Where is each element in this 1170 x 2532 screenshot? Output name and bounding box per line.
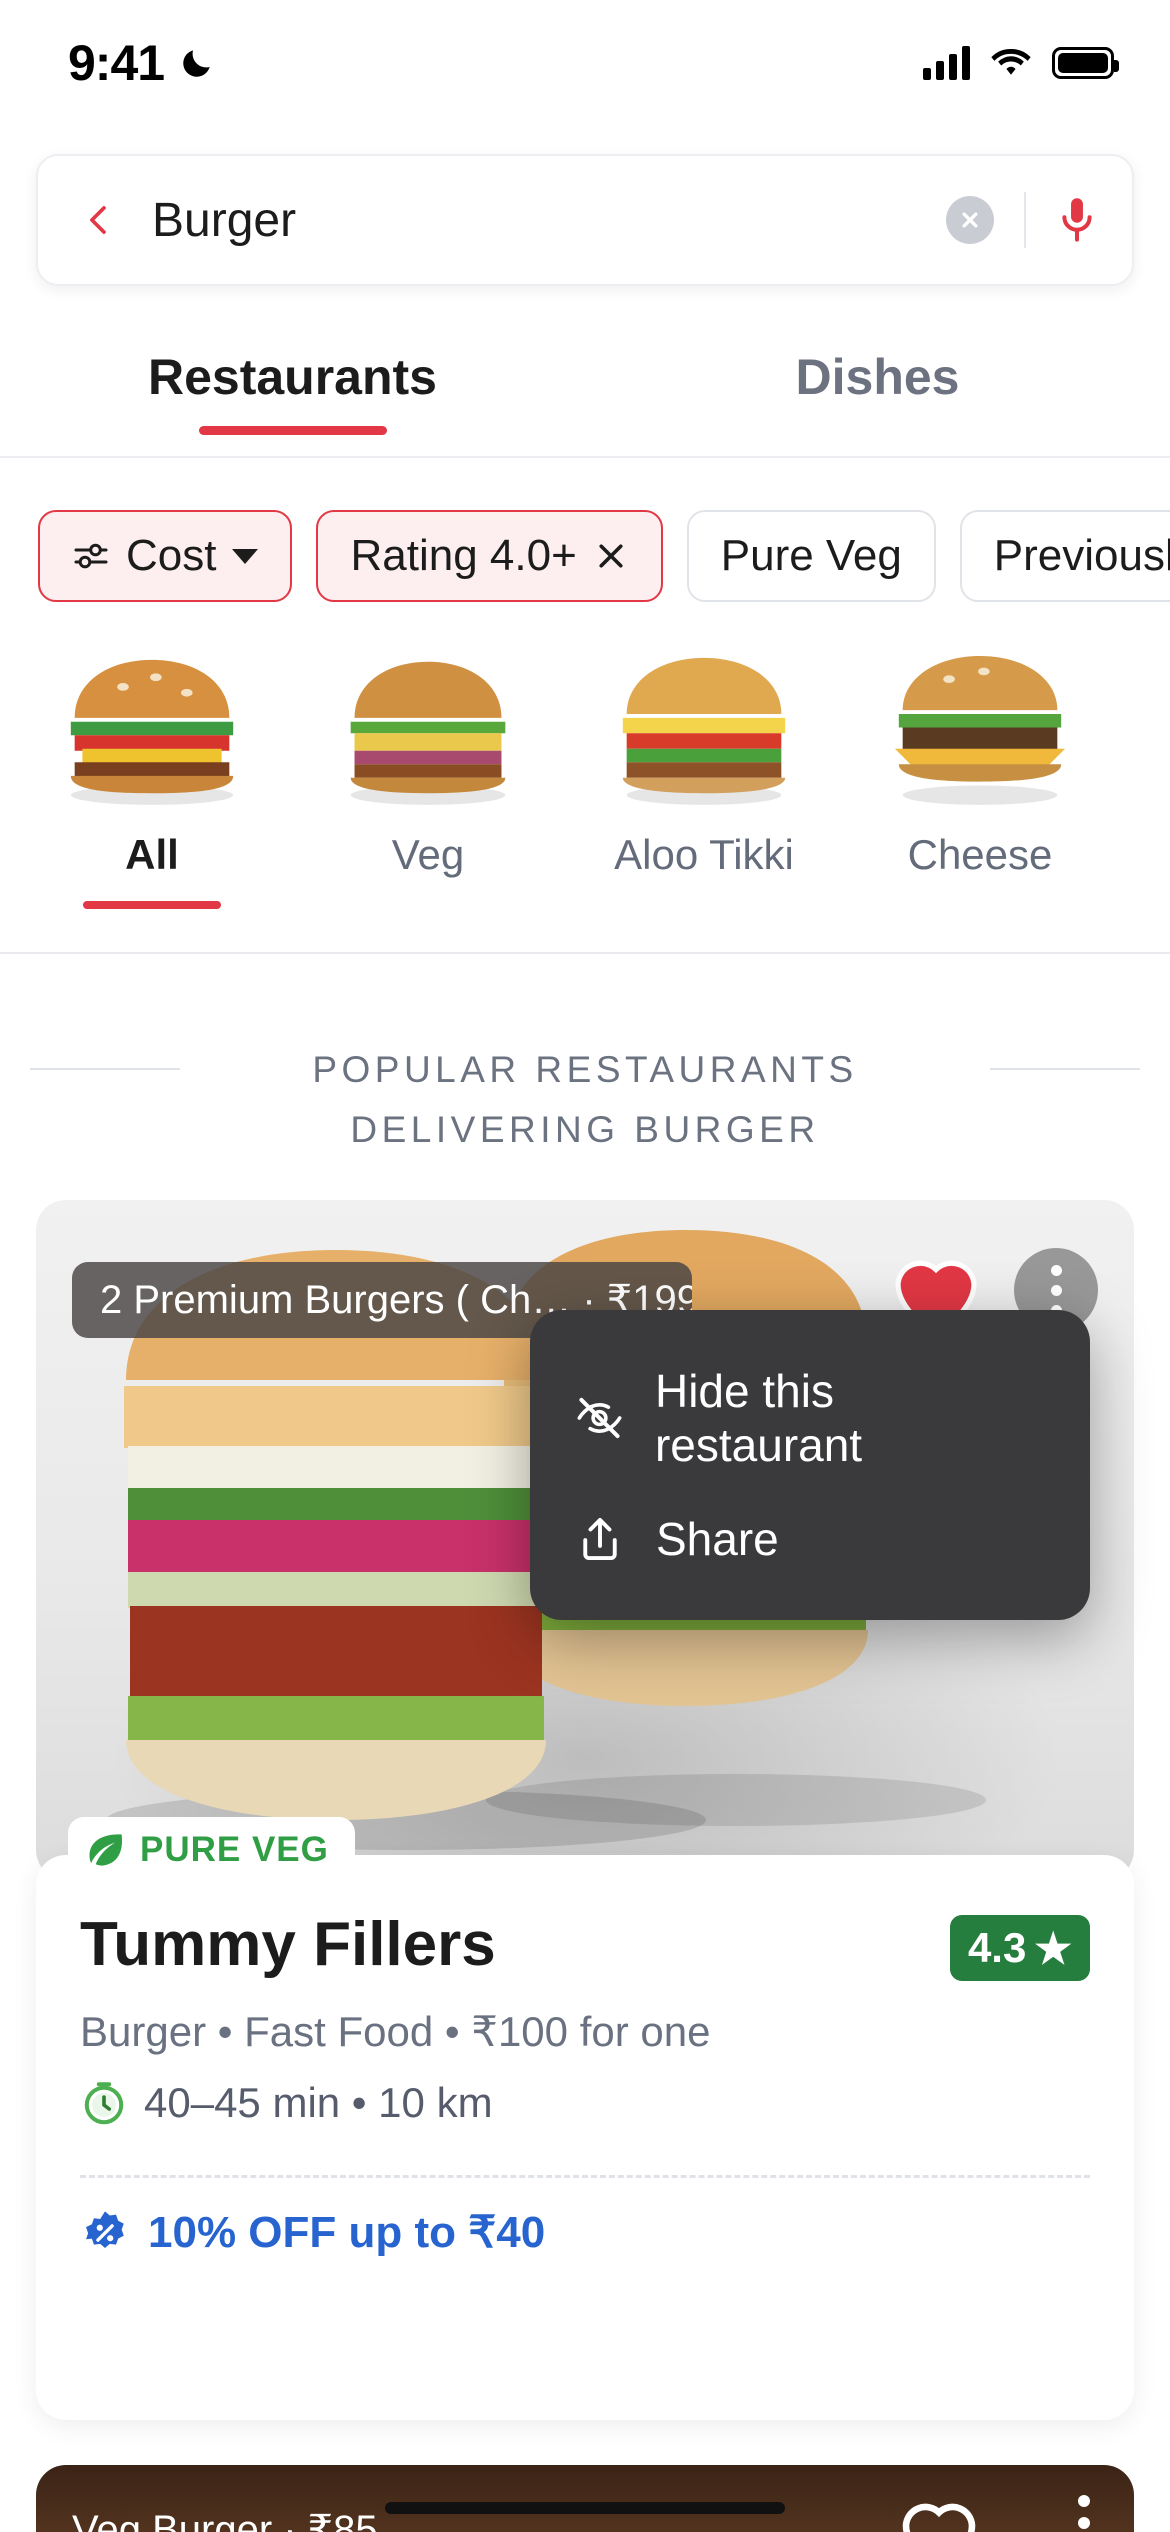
crescent-moon-icon bbox=[183, 50, 210, 77]
filter-chip-previously-ordered-label: Previously Or bbox=[993, 531, 1170, 580]
offer-badge-icon bbox=[86, 2210, 124, 2248]
category-item-veg-label: Veg bbox=[391, 831, 465, 878]
filter-chip-rating-label: Rating 4.0+ bbox=[350, 531, 577, 580]
tab-dishes[interactable]: Dishes bbox=[585, 340, 1170, 458]
section-header-line2: DELIVERING BURGER bbox=[350, 1109, 820, 1150]
tab-restaurants-label: Restaurants bbox=[148, 349, 437, 405]
section-rule-right bbox=[990, 1068, 1140, 1070]
search-tabs: Restaurants Dishes bbox=[0, 340, 1170, 458]
burger-paneer-image bbox=[1140, 640, 1170, 815]
carousel-separator bbox=[0, 952, 1170, 954]
status-bar-left: 9:41 bbox=[68, 34, 216, 92]
favorite-button-2[interactable] bbox=[894, 2491, 984, 2532]
category-active-underline bbox=[83, 901, 221, 909]
burger-cheese-image bbox=[894, 655, 1066, 805]
tab-inactive-underline bbox=[784, 426, 972, 435]
wifi-icon bbox=[991, 49, 1031, 75]
restaurant-delivery-row: 40–45 min • 10 km bbox=[80, 2079, 493, 2127]
context-menu[interactable]: Hide this restaurant Share bbox=[530, 1310, 1090, 1620]
context-menu-item-hide[interactable]: Hide this restaurant bbox=[530, 1344, 1090, 1492]
filter-chip-cost[interactable]: Cost bbox=[38, 510, 293, 602]
category-item-all[interactable]: All bbox=[14, 640, 290, 950]
home-indicator bbox=[385, 2502, 785, 2514]
category-item-aloo-tikki-label: Aloo Tikki bbox=[614, 831, 794, 878]
leaf-icon bbox=[89, 1834, 123, 1866]
filter-chip-rating[interactable]: Rating 4.0+ bbox=[316, 510, 663, 602]
burger-aloo-tikki-image bbox=[622, 657, 786, 805]
back-chevron-icon[interactable] bbox=[82, 203, 116, 237]
tab-active-underline bbox=[198, 426, 387, 435]
pure-veg-badge: PURE VEG bbox=[68, 1817, 355, 1883]
offer-badge-2: Veg Burger · ₹85 bbox=[72, 2508, 378, 2532]
chevron-down-icon bbox=[232, 548, 259, 564]
rating-value: 4.3 bbox=[967, 1924, 1027, 1971]
category-item-cheese[interactable]: Cheese bbox=[842, 640, 1118, 950]
share-up-icon bbox=[583, 1517, 617, 1561]
burger-all-image bbox=[70, 659, 234, 805]
context-menu-item-share-label: Share bbox=[656, 1513, 779, 1565]
filter-chip-row[interactable]: Cost Rating 4.0+ Pure Veg Previously Or bbox=[0, 500, 1170, 612]
restaurant-offer-text: 10% OFF up to ₹40 bbox=[148, 2208, 546, 2257]
restaurant-name: Tummy Fillers bbox=[80, 1910, 496, 1979]
restaurant-card-info[interactable]: PURE VEG Tummy Fillers 4.3 ★ Burger • Fa… bbox=[36, 1817, 1134, 2420]
context-menu-item-share[interactable]: Share bbox=[530, 1492, 1090, 1586]
category-underline bbox=[359, 901, 497, 909]
filter-chip-pure-veg[interactable]: Pure Veg bbox=[686, 510, 936, 602]
app-screen: 9:41 Burger Restaurants Dishes Cost Rati… bbox=[0, 0, 1170, 2532]
tab-dishes-label: Dishes bbox=[795, 349, 960, 405]
burger-veg-image bbox=[350, 661, 506, 805]
star-icon: ★ bbox=[1034, 1924, 1072, 1972]
tabs-separator bbox=[0, 456, 1170, 458]
eye-slash-icon bbox=[577, 1397, 622, 1439]
battery-full-icon bbox=[1052, 47, 1119, 79]
category-item-veg[interactable]: Veg bbox=[290, 640, 566, 950]
heart-outline-icon bbox=[902, 2503, 976, 2532]
info-divider bbox=[80, 2175, 1090, 2178]
restaurant-card-2[interactable]: Veg Burger · ₹85 bbox=[36, 2465, 1134, 2532]
pure-veg-label: PURE VEG bbox=[140, 1830, 329, 1869]
search-input[interactable] bbox=[152, 192, 946, 248]
kebab-menu-icon-2[interactable] bbox=[1078, 2495, 1090, 2532]
status-time: 9:41 bbox=[68, 35, 165, 91]
context-menu-item-hide-label: Hide this restaurant bbox=[654, 1365, 863, 1471]
restaurant-cuisines: Burger • Fast Food • ₹100 for one bbox=[80, 2008, 711, 2055]
section-header: POPULAR RESTAURANTS DELIVERING BURGER bbox=[0, 1040, 1170, 1160]
filter-chip-previously-ordered[interactable]: Previously Or bbox=[959, 510, 1170, 602]
close-icon[interactable] bbox=[593, 538, 629, 574]
search-bar-wrapper bbox=[36, 154, 1134, 286]
filter-chip-pure-veg-label: Pure Veg bbox=[720, 531, 902, 580]
tab-restaurants[interactable]: Restaurants bbox=[0, 340, 585, 458]
burger-category-carousel[interactable]: All Veg Aloo Tikki Cheese bbox=[0, 640, 1170, 950]
timer-icon bbox=[84, 2082, 124, 2125]
status-bar-right bbox=[923, 46, 1119, 80]
status-bar: 9:41 bbox=[0, 0, 1170, 100]
search-divider bbox=[1024, 192, 1026, 248]
category-item-cheese-label: Cheese bbox=[907, 831, 1053, 878]
restaurant-offer-row: 10% OFF up to ₹40 bbox=[80, 2207, 545, 2258]
filter-chip-cost-label: Cost bbox=[126, 531, 217, 580]
search-bar[interactable] bbox=[36, 154, 1134, 286]
cellular-signal-icon bbox=[923, 46, 970, 80]
category-underline bbox=[911, 901, 1049, 909]
microphone-icon[interactable] bbox=[1056, 194, 1098, 246]
section-header-line1: POPULAR RESTAURANTS bbox=[312, 1049, 858, 1090]
rating-badge: 4.3 ★ bbox=[949, 1915, 1090, 1981]
category-item-paneer[interactable]: Paneer bbox=[1118, 640, 1170, 950]
clear-circle-icon[interactable] bbox=[946, 196, 994, 244]
category-underline bbox=[635, 901, 773, 909]
category-item-all-label: All bbox=[125, 831, 179, 878]
category-item-aloo-tikki[interactable]: Aloo Tikki bbox=[566, 640, 842, 950]
sliders-icon bbox=[74, 543, 108, 569]
section-rule-left bbox=[30, 1068, 180, 1070]
restaurant-delivery-text: 40–45 min • 10 km bbox=[144, 2079, 493, 2126]
